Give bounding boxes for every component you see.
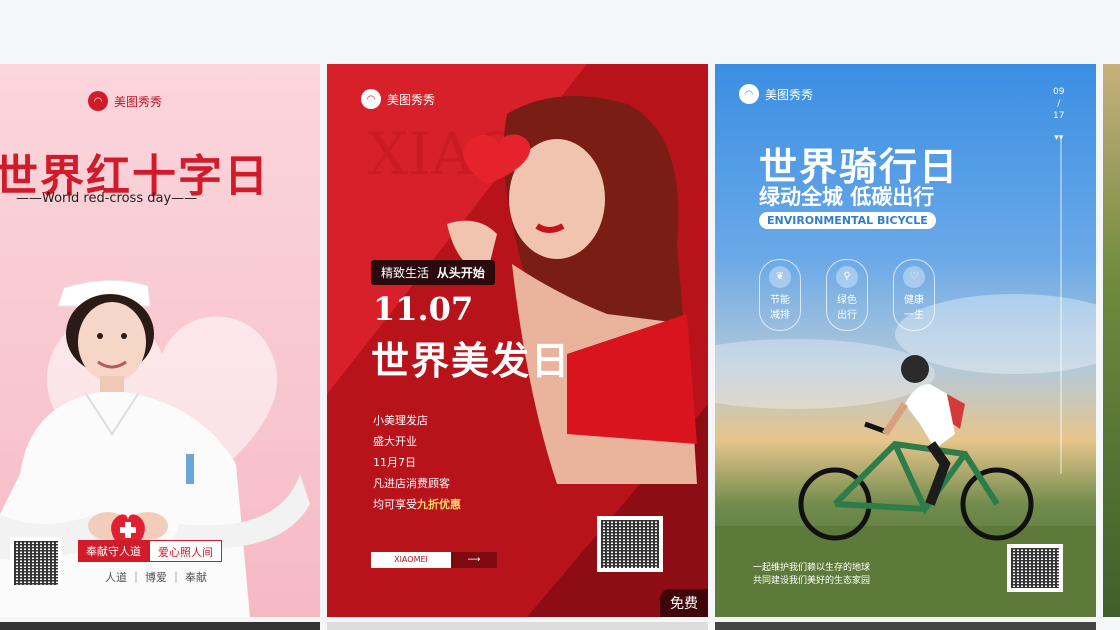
info-line: 盛大开业 — [373, 435, 417, 448]
feature-label: 健康 — [904, 295, 924, 306]
english-tagline: ENVIRONMENTAL BICYCLE — [759, 212, 936, 229]
qr-code — [597, 516, 663, 572]
next-row-card[interactable] — [327, 622, 708, 630]
template-card-partial[interactable] — [1103, 64, 1120, 617]
footer-text: 一起维护我们赖以生存的地球 共同建设我们美好的生态家园 — [753, 562, 870, 588]
template-card-cycling-day[interactable]: ◠ 美图秀秀 09 / 17 ▾▾ 世界骑行日 绿动全城 低碳出行 ENVIRO… — [715, 64, 1096, 617]
feature-label: 出行 — [837, 310, 857, 321]
info-line: 凡进店消费顾客 — [373, 477, 450, 490]
bottom-slogan: 人道 ｜ 博爱 ｜ 奉献 — [105, 571, 207, 584]
poster-title: 世界美发日 — [371, 338, 572, 383]
event-date: 11.07 — [373, 290, 474, 328]
brand-name: 美图秀秀 — [765, 87, 814, 102]
feature-badge: ❦ 节能 减排 — [759, 259, 801, 331]
top-bar — [0, 0, 1120, 62]
info-line: 小美理发店 — [373, 414, 428, 427]
shop-button: XIAOMEI ⟶ — [371, 552, 497, 568]
next-row-card[interactable] — [0, 622, 320, 630]
chevron-down-icon: ▾▾ — [1054, 133, 1064, 143]
slogan-b: 从头开始 — [436, 266, 485, 280]
brand-logo: ◠ 美图秀秀 — [88, 91, 162, 111]
next-row-card[interactable] — [715, 622, 1096, 630]
heart-icon: ♡ — [903, 266, 925, 288]
template-card-red-cross[interactable]: ◠ 美图秀秀 世界红十字日 ——World red-cross day—— 奉献… — [0, 64, 320, 617]
footer-line: 一起维护我们赖以生存的地球 — [753, 563, 871, 573]
brand-logo: ◠ 美图秀秀 — [361, 89, 435, 109]
side-date: 09 / 17 ▾▾ — [1053, 86, 1064, 144]
tag-group: 奉献守人道 爱心照人间 — [78, 540, 222, 562]
arrow-right-icon: ⟶ — [451, 552, 497, 568]
info-line-offer: 均可享受九折优惠 — [373, 498, 461, 511]
feature-badge: ♡ 健康 一生 — [893, 259, 935, 331]
qr-code — [10, 537, 62, 589]
tag-primary: 奉献守人道 — [78, 540, 149, 562]
feature-label: 节能 — [770, 295, 790, 306]
date-separator: / — [1057, 99, 1061, 109]
qr-code — [1007, 544, 1063, 592]
slogan-pill: 精致生活 从头开始 — [371, 260, 495, 285]
slogan-a: 精致生活 — [381, 266, 430, 280]
feature-label: 一生 — [904, 310, 924, 321]
brand-logo: ◠ 美图秀秀 — [739, 84, 813, 104]
leaf-icon: ❦ — [769, 266, 791, 288]
feature-label: 绿色 — [837, 295, 857, 306]
tag-secondary: 爱心照人间 — [149, 540, 222, 562]
meitu-logo-icon: ◠ — [88, 91, 108, 111]
brand-name: 美图秀秀 — [387, 92, 436, 107]
date-month: 09 — [1053, 87, 1065, 97]
brand-name: 美图秀秀 — [114, 94, 163, 109]
free-badge: 免费 — [660, 589, 708, 617]
footer-line: 共同建设我们美好的生态家园 — [753, 576, 871, 586]
feature-label: 减排 — [770, 310, 790, 321]
bike-icon: ⚲ — [836, 266, 858, 288]
event-info: 小美理发店 盛大开业 11月7日 凡进店消费顾客 均可享受九折优惠 — [373, 410, 461, 515]
meitu-logo-icon: ◠ — [739, 84, 759, 104]
feature-badge: ⚲ 绿色 出行 — [826, 259, 868, 331]
poster-subtitle: ——World red-cross day—— — [16, 191, 198, 206]
info-line: 11月7日 — [373, 456, 416, 469]
poster-subtitle: 绿动全城 低碳出行 — [759, 185, 935, 209]
date-day: 17 — [1053, 111, 1065, 121]
shop-button-label: XIAOMEI — [371, 552, 451, 568]
meitu-logo-icon: ◠ — [361, 89, 381, 109]
template-card-hair-day[interactable]: XIAO ◠ 美图秀秀 精致生活 从头开始 11.07 世界美发日 小美理发店 … — [327, 64, 708, 617]
